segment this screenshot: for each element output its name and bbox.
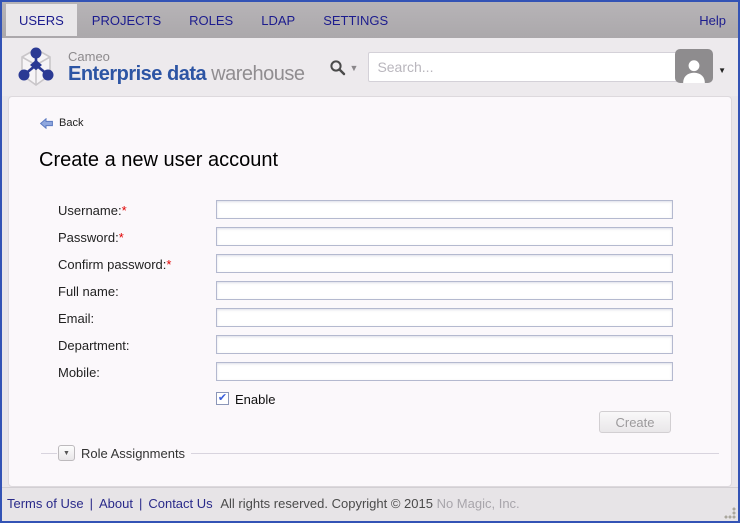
app-window: USERS PROJECTS ROLES LDAP SETTINGS Help bbox=[0, 0, 740, 523]
copyright-text: All rights reserved. Copyright © 2015 No… bbox=[220, 496, 519, 511]
role-assignments-section: ▼ Role Assignments bbox=[41, 445, 719, 461]
tab-roles[interactable]: ROLES bbox=[176, 4, 246, 36]
department-field[interactable] bbox=[216, 335, 673, 354]
enable-row: ✔ Enable bbox=[58, 390, 671, 414]
enable-label: Enable bbox=[235, 392, 275, 407]
form-row-department: Department: bbox=[58, 334, 671, 361]
form-row-full-name: Full name: bbox=[58, 280, 671, 307]
full-name-field[interactable] bbox=[216, 281, 673, 300]
top-navbar: USERS PROJECTS ROLES LDAP SETTINGS Help bbox=[2, 2, 738, 38]
email-label: Email: bbox=[58, 311, 94, 326]
username-field[interactable] bbox=[216, 200, 673, 219]
username-label: Username:* bbox=[58, 203, 127, 218]
cube-network-icon bbox=[12, 44, 60, 90]
content-panel: Back Create a new user account Username:… bbox=[8, 96, 732, 487]
create-button[interactable]: Create bbox=[599, 411, 671, 433]
department-label: Department: bbox=[58, 338, 130, 353]
tab-projects[interactable]: PROJECTS bbox=[79, 4, 174, 36]
password-field[interactable] bbox=[216, 227, 673, 246]
required-mark: * bbox=[122, 203, 127, 218]
avatar bbox=[675, 49, 713, 83]
footer-links: Terms of Use | About | Contact Us bbox=[7, 496, 213, 511]
form-row-confirm-password: Confirm password:* bbox=[58, 253, 671, 280]
expand-toggle-button[interactable]: ▼ bbox=[58, 445, 75, 461]
mobile-label: Mobile: bbox=[58, 365, 100, 380]
tab-ldap[interactable]: LDAP bbox=[248, 4, 308, 36]
search-caret-icon: ▼ bbox=[350, 63, 359, 73]
link-separator: | bbox=[139, 496, 142, 511]
logo-text: Cameo Enterprise data warehouse bbox=[68, 50, 305, 84]
page-title: Create a new user account bbox=[39, 149, 278, 172]
user-menu-caret-icon: ▼ bbox=[718, 66, 726, 75]
search-zone: ▼ bbox=[329, 52, 704, 82]
form-row-mobile: Mobile: bbox=[58, 361, 671, 388]
mobile-field[interactable] bbox=[216, 362, 673, 381]
chevron-down-icon: ▼ bbox=[63, 450, 70, 457]
back-link[interactable]: Back bbox=[40, 117, 83, 129]
back-label: Back bbox=[59, 117, 83, 129]
full-name-label: Full name: bbox=[58, 284, 119, 299]
user-silhouette-icon bbox=[681, 57, 707, 83]
footer: Terms of Use | About | Contact Us All rights… bbox=[2, 487, 738, 521]
tab-settings[interactable]: SETTINGS bbox=[310, 4, 401, 36]
search-icon bbox=[329, 59, 346, 76]
password-label: Password:* bbox=[58, 230, 124, 245]
form-row-username: Username:* bbox=[58, 199, 671, 226]
enable-checkbox[interactable]: ✔ bbox=[216, 392, 229, 405]
help-link[interactable]: Help bbox=[687, 2, 738, 38]
form-row-password: Password:* bbox=[58, 226, 671, 253]
search-input[interactable] bbox=[368, 52, 703, 82]
app-header: Cameo Enterprise data warehouse ▼ bbox=[2, 38, 738, 96]
new-user-form: Username:* Password:* Confirm password:*… bbox=[58, 199, 671, 414]
company-name: No Magic, Inc. bbox=[437, 496, 520, 511]
section-divider bbox=[41, 453, 57, 454]
logo-product-name: Enterprise data warehouse bbox=[68, 64, 305, 84]
required-mark: * bbox=[166, 257, 171, 272]
resize-grip-icon[interactable] bbox=[724, 507, 736, 519]
section-title: Role Assignments bbox=[81, 446, 185, 461]
email-field[interactable] bbox=[216, 308, 673, 327]
user-menu-button[interactable]: ▼ bbox=[675, 49, 726, 83]
back-arrow-icon bbox=[40, 118, 53, 129]
search-options-button[interactable]: ▼ bbox=[329, 59, 359, 76]
confirm-password-field[interactable] bbox=[216, 254, 673, 273]
terms-of-use-link[interactable]: Terms of Use bbox=[7, 496, 84, 511]
about-link[interactable]: About bbox=[99, 496, 133, 511]
confirm-password-label: Confirm password:* bbox=[58, 257, 171, 272]
required-mark: * bbox=[119, 230, 124, 245]
tab-users[interactable]: USERS bbox=[6, 4, 77, 36]
app-logo[interactable]: Cameo Enterprise data warehouse bbox=[12, 44, 305, 90]
link-separator: | bbox=[90, 496, 93, 511]
logo-cameo: Cameo bbox=[68, 50, 305, 63]
form-row-email: Email: bbox=[58, 307, 671, 334]
nav-spacer bbox=[402, 2, 687, 38]
section-divider bbox=[191, 453, 719, 454]
contact-us-link[interactable]: Contact Us bbox=[148, 496, 212, 511]
